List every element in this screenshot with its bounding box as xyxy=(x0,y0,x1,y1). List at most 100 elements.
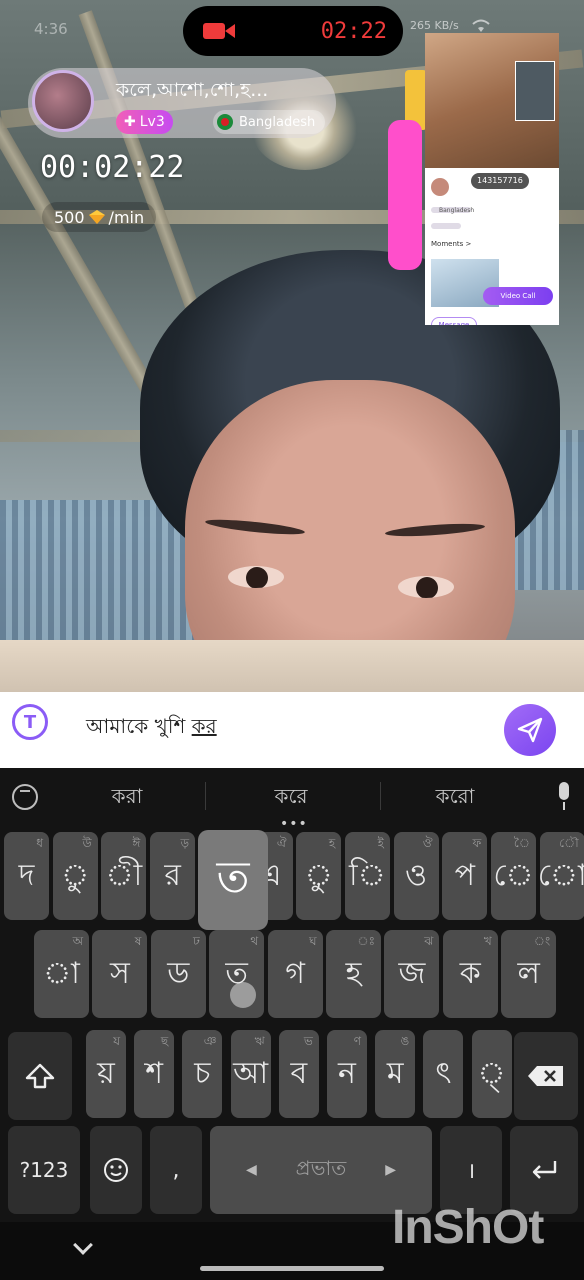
key-hint: ং xyxy=(533,934,551,948)
country-badge: Bangladesh xyxy=(213,110,326,134)
pip-avatar xyxy=(431,178,449,196)
key-row3-1[interactable]: শছ xyxy=(134,1030,175,1118)
key-hint: ঔ xyxy=(422,836,433,850)
key-char: ি xyxy=(349,857,386,893)
key-row2-7[interactable]: কখ xyxy=(442,930,498,1018)
key-row1-6[interactable]: ু হ xyxy=(296,832,342,920)
key-row2-0[interactable]: া অ xyxy=(34,930,89,1018)
key-row1-8[interactable]: ওঔ xyxy=(393,832,439,920)
key-hint: ফ xyxy=(472,836,482,850)
key-char: স xyxy=(109,955,130,991)
key-row2-5[interactable]: হঃ xyxy=(326,930,381,1018)
status-icons: 265 KB/s xyxy=(410,18,492,34)
key-row2-1[interactable]: সষ xyxy=(92,930,148,1018)
message-input[interactable]: আমাকে খুশি কর xyxy=(86,712,217,745)
key-row1-1[interactable]: ু উ xyxy=(52,832,98,920)
level-icon: ✚ xyxy=(124,114,136,130)
key-row3-0[interactable]: য় য xyxy=(86,1030,126,1118)
numbers-key[interactable]: ?123 xyxy=(8,1126,80,1214)
shift-icon xyxy=(25,1063,55,1089)
key-row1-10[interactable]: েৈ xyxy=(491,832,536,920)
key-row2-2[interactable]: ডঢ xyxy=(150,930,206,1018)
key-row2-4[interactable]: গঘ xyxy=(267,930,323,1018)
more-dots[interactable]: ••• xyxy=(280,816,308,832)
person-clothing xyxy=(0,640,584,692)
shift-key[interactable] xyxy=(8,1032,72,1120)
suggestion-2[interactable]: করে xyxy=(236,782,346,815)
key-hint: ঐ xyxy=(276,836,287,850)
cursor-right-icon: ▶ xyxy=(385,1162,396,1178)
key-char: ও xyxy=(405,857,428,893)
key-hint: ঃ xyxy=(357,934,375,948)
key-row3-3[interactable]: আঋ xyxy=(230,1030,271,1118)
clipboard-icon[interactable] xyxy=(12,784,38,810)
key-hint: ঢ xyxy=(193,934,200,948)
mic-icon[interactable] xyxy=(555,782,573,810)
pip-self-view xyxy=(515,61,555,121)
suggestion-3[interactable]: করো xyxy=(400,782,510,815)
key-hint: ছ xyxy=(160,1034,169,1048)
key-hint: খ xyxy=(483,934,492,948)
backspace-icon xyxy=(528,1066,563,1086)
key-char: চ xyxy=(194,1055,211,1091)
translate-icon[interactable]: T xyxy=(12,704,48,740)
level-badge: ✚ Lv3 xyxy=(116,110,173,134)
divider xyxy=(205,782,206,810)
message-text: আমাকে খুশি xyxy=(86,714,192,738)
key-row3-7[interactable]: ৎ xyxy=(423,1030,464,1118)
comma-key[interactable]: , xyxy=(150,1126,202,1214)
key-char: ু xyxy=(304,857,333,893)
key-row3-8[interactable]: ্ xyxy=(471,1030,512,1118)
key-char: ী xyxy=(105,857,143,893)
composing-text: কর xyxy=(191,714,217,738)
key-char: হ xyxy=(345,955,362,991)
key-row1-3[interactable]: র ড় xyxy=(150,832,196,920)
key-popup: ত xyxy=(198,830,268,930)
key-row1-7[interactable]: ি ই xyxy=(344,832,390,920)
key-row2-6[interactable]: জঝ xyxy=(384,930,440,1018)
key-hint: অ xyxy=(72,934,83,948)
diamond-icon xyxy=(88,210,105,224)
pip-decoration xyxy=(388,120,422,270)
key-row3-4[interactable]: বভ xyxy=(278,1030,319,1118)
pip-user-id: 143157716 xyxy=(471,173,529,189)
pip-preview-window[interactable]: 143157716 Bangladesh Moments > Video Cal… xyxy=(425,33,559,325)
home-indicator[interactable] xyxy=(200,1266,384,1271)
send-button[interactable] xyxy=(504,704,556,756)
key-row3-5[interactable]: নণ xyxy=(327,1030,367,1118)
level-label: Lv3 xyxy=(139,114,165,130)
key-hint: থ xyxy=(250,934,259,948)
key-char: ন xyxy=(338,1055,356,1091)
pip-message-button: Message xyxy=(431,317,477,325)
send-icon xyxy=(517,717,543,743)
space-label: প্রভাত xyxy=(295,1155,347,1180)
host-info-card[interactable]: কলে,আশো,শো,হ... ✚ Lv3 Bangladesh xyxy=(28,68,336,138)
watermark: InShOt xyxy=(392,1201,544,1254)
key-char: ু xyxy=(61,857,90,893)
host-name: কলে,আশো,শো,হ... xyxy=(116,79,269,101)
key-row1-9[interactable]: পফ xyxy=(442,832,488,920)
key-hint: ঝ xyxy=(424,934,434,948)
rate-value: 500 xyxy=(54,207,85,227)
cursor-left-icon: ◀ xyxy=(246,1162,257,1178)
key-row1-2[interactable]: ী ঈ xyxy=(101,832,147,920)
key-hint: ঋ xyxy=(254,1034,265,1048)
key-char: গ xyxy=(285,955,305,991)
key-row1-0[interactable]: দধ xyxy=(4,832,49,920)
emoji-key[interactable] xyxy=(90,1126,142,1214)
backspace-key[interactable] xyxy=(514,1032,578,1120)
suggestion-1[interactable]: করা xyxy=(72,782,182,815)
key-char: ্ xyxy=(477,1055,506,1091)
camera-icon xyxy=(203,20,235,42)
call-timer: 02:22 xyxy=(320,18,387,44)
call-indicator-pill[interactable]: 02:22 xyxy=(183,6,403,56)
key-hint: উ xyxy=(82,836,92,850)
enter-icon xyxy=(532,1161,557,1179)
key-row3-2[interactable]: চঞ xyxy=(182,1030,223,1118)
key-row3-6[interactable]: মঙ xyxy=(375,1030,416,1118)
avatar[interactable] xyxy=(32,70,94,132)
key-char: য় xyxy=(97,1055,115,1091)
key-row1-11[interactable]: োৌ xyxy=(538,832,584,920)
pip-video-call-button: Video Call xyxy=(483,287,553,305)
key-row2-8[interactable]: লং xyxy=(501,930,557,1018)
